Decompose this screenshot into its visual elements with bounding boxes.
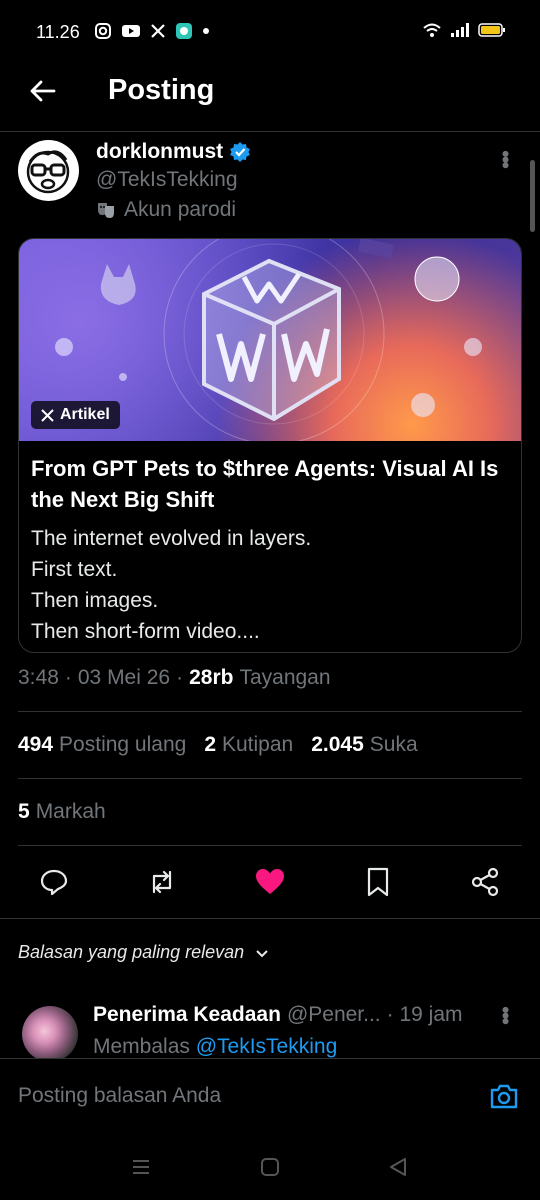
bookmarks-stat[interactable]: 5 Markah xyxy=(18,800,106,824)
quotes-stat[interactable]: 2 Kutipan xyxy=(204,733,293,757)
bookmark-icon[interactable] xyxy=(362,866,394,898)
excerpt-line: Then images. xyxy=(31,589,159,612)
back-arrow-icon[interactable] xyxy=(28,76,58,106)
author-name-row[interactable]: dorklonmust xyxy=(96,140,251,164)
author-handle[interactable]: @TekIsTekking xyxy=(96,168,238,192)
repost-icon[interactable] xyxy=(146,866,178,898)
bookmarks-count: 5 xyxy=(18,800,30,823)
meta-dot: · xyxy=(176,666,184,689)
excerpt-line: Then short-form video.... xyxy=(31,620,260,643)
reply-input[interactable]: Posting balasan Anda xyxy=(18,1084,221,1108)
quotes-label: Kutipan xyxy=(222,733,294,756)
article-title[interactable]: From GPT Pets to $three Agents: Visual A… xyxy=(31,453,511,515)
notification-icons xyxy=(94,22,210,40)
reply-icon[interactable] xyxy=(38,866,70,898)
camera-icon[interactable] xyxy=(488,1080,520,1112)
divider xyxy=(18,845,522,846)
action-bar xyxy=(0,862,540,902)
reply-author-handle[interactable]: @Pener... xyxy=(287,1003,381,1027)
article-badge-label: Artikel xyxy=(60,406,110,423)
reply-header: Penerima Keadaan @Pener... · 19 jam xyxy=(93,1003,513,1027)
recents-menu-icon[interactable] xyxy=(131,1158,151,1176)
scrollbar[interactable] xyxy=(530,160,535,232)
excerpt-line: First text. xyxy=(31,558,118,581)
replying-to-handle[interactable]: @TekIsTekking xyxy=(196,1035,338,1058)
header-divider xyxy=(0,131,540,132)
back-triangle-icon[interactable] xyxy=(388,1157,408,1177)
status-bar: 11.26 xyxy=(0,0,540,64)
more-options-icon[interactable]: ••• xyxy=(492,150,518,167)
share-icon[interactable] xyxy=(469,866,501,898)
divider xyxy=(18,711,522,712)
article-excerpt: The internet evolved in layers. First te… xyxy=(31,523,511,647)
post-time: 3:48 xyxy=(18,666,59,689)
system-navigation-bar xyxy=(0,1140,540,1200)
reposts-label: Posting ulang xyxy=(59,733,187,756)
verified-badge-icon xyxy=(230,142,251,162)
app-icon xyxy=(176,23,192,39)
instagram-icon xyxy=(95,23,111,39)
battery-icon xyxy=(478,23,505,37)
reposts-stat[interactable]: 494 Posting ulang xyxy=(18,733,186,757)
post-stats: 494 Posting ulang 2 Kutipan 2.045 Suka xyxy=(18,733,418,757)
likes-stat[interactable]: 2.045 Suka xyxy=(311,733,417,757)
signal-icon xyxy=(451,23,469,37)
divider xyxy=(18,778,522,779)
views-label[interactable]: Tayangan xyxy=(239,666,330,690)
system-icons xyxy=(422,22,506,38)
meta-dot: · xyxy=(64,666,72,689)
excerpt-line: The internet evolved in layers. xyxy=(31,527,312,550)
likes-label: Suka xyxy=(369,733,418,756)
reply-more-options-icon[interactable]: ••• xyxy=(492,1006,518,1023)
parody-label: Akun parodi xyxy=(124,198,237,221)
youtube-icon xyxy=(122,25,140,37)
likes-count: 2.045 xyxy=(311,733,364,756)
author-avatar[interactable] xyxy=(18,140,79,201)
reply-time: · 19 jam xyxy=(386,1003,463,1026)
author-name[interactable]: dorklonmust xyxy=(96,140,223,164)
replying-to: Membalas @TekIsTekking xyxy=(93,1035,337,1059)
parody-label-row: Akun parodi xyxy=(96,198,236,222)
reply-author-name[interactable]: Penerima Keadaan xyxy=(93,1003,281,1027)
reply-avatar[interactable] xyxy=(22,1006,78,1062)
replying-prefix: Membalas xyxy=(93,1035,190,1058)
wifi-icon xyxy=(423,23,441,37)
replies-sort-label: Balasan yang paling relevan xyxy=(18,942,245,962)
article-badge: Artikel xyxy=(31,401,120,429)
post-date: 03 Mei 26 xyxy=(77,666,171,689)
dot-icon xyxy=(203,28,209,34)
status-time: 11.26 xyxy=(36,22,80,42)
chevron-down-icon xyxy=(256,949,268,957)
replies-sort-dropdown[interactable]: Balasan yang paling relevan xyxy=(18,942,270,963)
x-logo-icon xyxy=(151,24,165,38)
nerd-face-icon xyxy=(26,150,70,194)
page-title: Posting xyxy=(108,74,215,106)
post-meta: 3:48 · 03 Mei 26 · 28rb Tayangan xyxy=(18,666,331,690)
home-icon[interactable] xyxy=(260,1157,280,1177)
article-card[interactable]: Artikel From GPT Pets to $three Agents: … xyxy=(18,238,522,653)
heart-icon[interactable] xyxy=(254,866,286,898)
bookmarks-label: Markah xyxy=(35,800,106,823)
theater-masks-icon xyxy=(98,203,114,218)
quotes-count: 2 xyxy=(204,733,216,756)
reposts-count: 494 xyxy=(18,733,54,756)
views-count[interactable]: 28rb xyxy=(189,666,233,690)
article-banner-image: Artikel xyxy=(19,239,521,445)
divider xyxy=(0,918,540,919)
x-logo-icon xyxy=(41,408,54,422)
